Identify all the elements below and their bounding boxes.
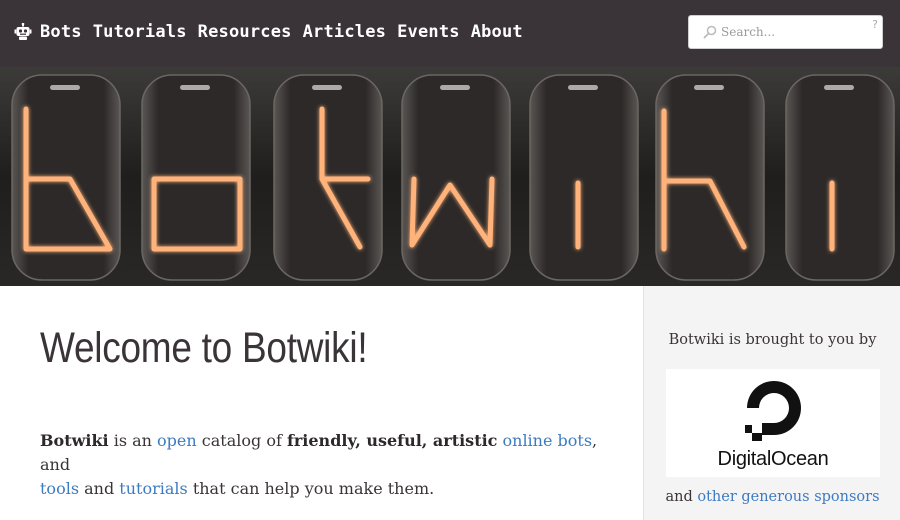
digitalocean-sponsor-link[interactable]: DigitalOcean [666, 369, 880, 477]
tube-highlight [180, 85, 210, 90]
search-box[interactable]: ? [688, 15, 883, 49]
intro-text: and [79, 479, 120, 498]
sponsor-sidebar: Botwiki is brought to you by DigitalOcea… [643, 286, 900, 520]
open-link[interactable]: open [157, 431, 197, 450]
tutorials-link[interactable]: tutorials [119, 479, 187, 498]
main-content: Welcome to Botwiki! Botwiki is an open c… [0, 286, 643, 520]
nixie-tube [785, 74, 895, 281]
nav-resources[interactable]: Resources [198, 22, 292, 42]
nav-articles[interactable]: Articles [303, 22, 386, 42]
botwiki-bold: Botwiki [40, 431, 109, 450]
search-icon [703, 25, 717, 39]
search-input[interactable] [721, 23, 861, 41]
tube-highlight [568, 85, 598, 90]
search-help-icon[interactable]: ? [872, 18, 878, 31]
other-sponsors-line: and other generous sponsors [644, 489, 900, 505]
sponsor-name: DigitalOcean [717, 448, 829, 470]
digitalocean-logo-icon [745, 381, 801, 441]
tube-highlight [824, 85, 854, 90]
nixie-tubes-image [0, 67, 900, 286]
nav-tutorials[interactable]: Tutorials [93, 22, 187, 42]
intro-text: catalog of [196, 431, 287, 450]
nixie-tube [529, 74, 639, 281]
nav-bots[interactable]: Bots [40, 22, 82, 42]
tube-highlight [50, 85, 80, 90]
tube-highlight [694, 85, 724, 90]
brought-to-you-by: Botwiki is brought to you by [668, 332, 877, 348]
tools-link[interactable]: tools [40, 479, 79, 498]
intro-text: is an [108, 431, 158, 450]
intro-text: that can help you make them. [187, 479, 435, 498]
robot-icon[interactable] [14, 23, 32, 41]
tube-highlight [440, 85, 470, 90]
page-title: Welcome to Botwiki! [40, 324, 368, 372]
top-navigation-bar: Bots Tutorials Resources Articles Events… [0, 0, 900, 67]
hero-banner [0, 67, 900, 286]
intro-paragraph: Botwiki is an open catalog of friendly, … [40, 429, 600, 501]
others-prefix: and [665, 489, 698, 505]
nav-about[interactable]: About [471, 22, 523, 42]
friendly-useful-artistic: friendly, useful, artistic [286, 431, 498, 450]
tube-highlight [312, 85, 342, 90]
nav-events[interactable]: Events [397, 22, 460, 42]
other-sponsors-link[interactable]: other generous sponsors [697, 489, 879, 505]
nixie-tube [655, 74, 765, 281]
main-nav: Bots Tutorials Resources Articles Events… [14, 22, 534, 42]
online-bots-link[interactable]: online bots [503, 431, 593, 450]
